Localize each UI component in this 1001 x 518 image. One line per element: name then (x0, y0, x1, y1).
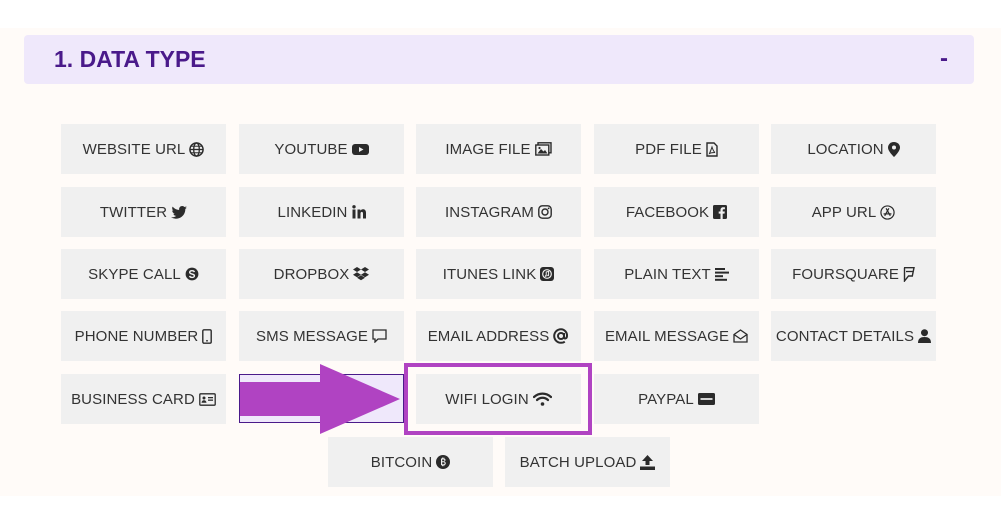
data-type-itunes-link-button[interactable]: ITUNES LINK (416, 249, 581, 299)
envelope-open-icon (733, 329, 748, 343)
data-type-contact-details-button[interactable]: CONTACT DETAILS (771, 311, 936, 361)
instagram-icon (538, 205, 552, 219)
align-left-icon (714, 267, 729, 281)
tile-label: APP URL (811, 203, 877, 221)
images-icon (534, 142, 552, 156)
data-type-pdf-file-button[interactable]: PDF FILE (594, 124, 759, 174)
data-type-paypal-button[interactable]: PAYPAL (594, 374, 759, 424)
data-type-plain-text-button[interactable]: PLAIN TEXT (594, 249, 759, 299)
bitcoin-icon (436, 455, 451, 469)
linkedin-icon (351, 205, 366, 219)
tile-label: ITUNES LINK (442, 265, 537, 283)
tile-label: SKYPE CALL (88, 265, 181, 283)
collapse-toggle[interactable]: - (940, 45, 948, 73)
app-store-icon (880, 204, 895, 220)
data-type-facebook-button[interactable]: FACEBOOK (594, 187, 759, 237)
tile-label: BUSINESS CARD (71, 390, 195, 408)
tile-label: EMAIL MESSAGE (604, 327, 730, 345)
comment-icon (372, 329, 387, 343)
data-type-app-url-button[interactable]: APP URL (771, 187, 936, 237)
foursquare-icon (903, 266, 915, 282)
data-type-twitter-button[interactable]: TWITTER (61, 187, 226, 237)
data-type-email-message-button[interactable]: EMAIL MESSAGE (594, 311, 759, 361)
section-header[interactable]: 1. DATA TYPE - (24, 35, 974, 84)
map-marker-icon (887, 141, 900, 157)
tile-label: PDF FILE (635, 140, 702, 158)
data-type-website-url-button[interactable]: WEBSITE URL (61, 124, 226, 174)
dropbox-icon (353, 267, 370, 281)
tile-label: BATCH UPLOAD (519, 453, 637, 471)
data-type-image-file-button[interactable]: IMAGE FILE (416, 124, 581, 174)
tile-label: PAYPAL (638, 390, 694, 408)
mobile-phone-icon (202, 328, 213, 344)
user-icon (918, 329, 932, 343)
tile-label: SMS MESSAGE (256, 327, 368, 345)
data-type-bitcoin-button[interactable]: BITCOIN (328, 437, 493, 487)
tile-label: FACEBOOK (625, 203, 710, 221)
tile-label: LINKEDIN (277, 203, 348, 221)
pdf-file-icon (706, 141, 718, 157)
facebook-icon (713, 205, 728, 219)
data-type-youtube-button[interactable]: YOUTUBE (239, 124, 404, 174)
data-type-business-card-button[interactable]: BUSINESS CARD (61, 374, 226, 424)
data-type-batch-upload-button[interactable]: BATCH UPLOAD (505, 437, 670, 487)
globe-icon (189, 141, 205, 157)
tile-label: WEBSITE URL (82, 140, 186, 158)
tile-label: LOCATION (807, 140, 884, 158)
data-type-foursquare-button[interactable]: FOURSQUARE (771, 249, 936, 299)
twitter-icon (171, 205, 188, 219)
tile-label: DROPBOX (273, 265, 350, 283)
skype-icon (185, 267, 199, 281)
data-type-instagram-button[interactable]: INSTAGRAM (416, 187, 581, 237)
tile-label: TWITTER (99, 203, 168, 221)
paypal-icon (697, 393, 715, 405)
data-type-dropbox-button[interactable]: DROPBOX (239, 249, 404, 299)
section-title: 1. DATA TYPE (54, 46, 206, 72)
pointer-arrow-icon (240, 364, 400, 434)
data-type-skype-call-button[interactable]: SKYPE CALL (61, 249, 226, 299)
itunes-icon (540, 267, 555, 281)
tile-label: BITCOIN (370, 453, 433, 471)
tile-label: INSTAGRAM (445, 203, 534, 221)
data-type-email-address-button[interactable]: EMAIL ADDRESS (416, 311, 581, 361)
youtube-icon (351, 143, 369, 156)
upload-icon (640, 454, 656, 470)
tile-label: IMAGE FILE (445, 140, 531, 158)
data-type-linkedin-button[interactable]: LINKEDIN (239, 187, 404, 237)
data-type-location-button[interactable]: LOCATION (771, 124, 936, 174)
id-card-icon (199, 392, 216, 406)
tile-label: CONTACT DETAILS (775, 327, 915, 345)
at-sign-icon (553, 328, 569, 344)
data-type-phone-number-button[interactable]: PHONE NUMBER (61, 311, 226, 361)
data-type-sms-message-button[interactable]: SMS MESSAGE (239, 311, 404, 361)
tile-label: EMAIL ADDRESS (427, 327, 550, 345)
tile-label: YOUTUBE (274, 140, 348, 158)
tile-label: PHONE NUMBER (74, 327, 199, 345)
tile-label: PLAIN TEXT (624, 265, 711, 283)
tile-label: FOURSQUARE (792, 265, 899, 283)
selection-highlight (404, 363, 592, 435)
